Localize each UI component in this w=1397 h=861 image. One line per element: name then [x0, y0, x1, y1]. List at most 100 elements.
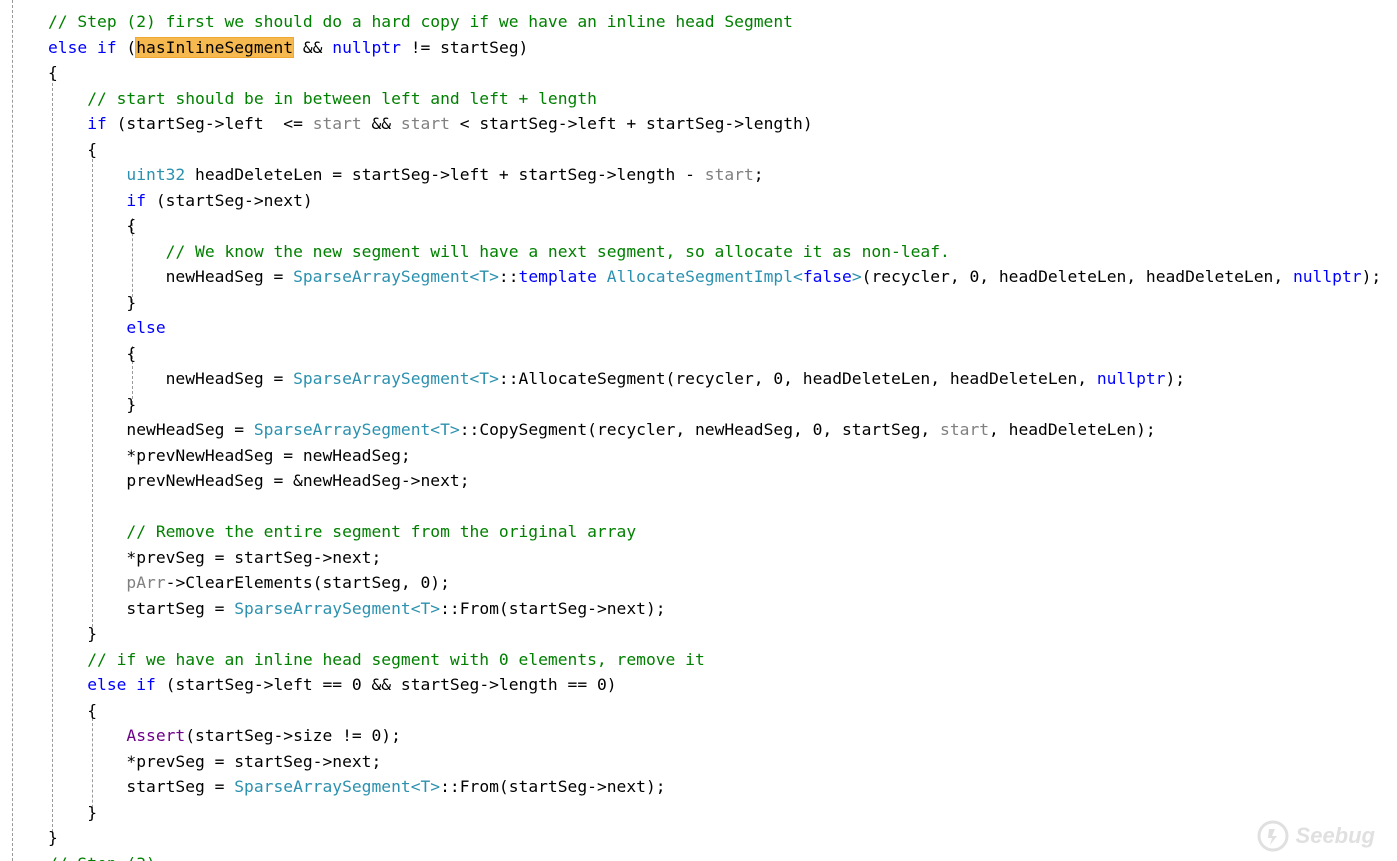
indent-guide — [12, 0, 13, 861]
code-token: Assert — [126, 726, 186, 745]
code-token: // start should be in between left and l… — [87, 88, 597, 108]
code-token: :: — [498, 267, 519, 286]
code-token: startSeg = — [48, 777, 235, 796]
code-token: { — [48, 63, 58, 82]
code-line: prevNewHeadSeg = &newHeadSeg->next; — [48, 468, 470, 493]
code-token: ( — [116, 37, 137, 57]
code-token: (startSeg->left == 0 && startSeg->length… — [155, 675, 617, 694]
code-token: pArr — [126, 573, 166, 592]
code-line: else if (startSeg->left == 0 && startSeg… — [48, 672, 617, 697]
code-line: pArr->ClearElements(startSeg, 0); — [48, 570, 450, 595]
code-token: SparseArraySegment<T> — [234, 777, 441, 796]
code-line: } — [48, 621, 97, 646]
code-token: startSeg = — [48, 598, 235, 618]
code-token: *prevSeg = startSeg->next; — [48, 547, 382, 567]
code-token: (startSeg->size != 0); — [185, 726, 401, 745]
code-line: newHeadSeg = SparseArraySegment<T>::Allo… — [48, 366, 1185, 391]
code-token: ::From(startSeg->next); — [440, 777, 666, 796]
code-line: // Step (3) — [48, 851, 156, 861]
code-token: } — [48, 394, 137, 414]
code-token: false — [802, 267, 852, 286]
code-line: Assert(startSeg->size != 0); — [48, 723, 401, 748]
seebug-logo-icon — [1257, 820, 1289, 852]
code-token: ::From(startSeg->next); — [440, 598, 666, 618]
code-line: } — [48, 800, 97, 825]
code-line: startSeg = SparseArraySegment<T>::From(s… — [48, 774, 666, 799]
code-token: // Step (3) — [48, 854, 156, 861]
code-token: ; — [753, 165, 764, 184]
code-token: else — [126, 318, 166, 337]
code-token: ); — [1165, 369, 1186, 388]
code-line: newHeadSeg = SparseArraySegment<T>::temp… — [48, 264, 1382, 289]
code-line: } — [48, 290, 136, 315]
code-token: SparseArraySegment<T> — [234, 598, 441, 618]
code-token: else if — [48, 37, 117, 57]
code-token: prevNewHeadSeg = &newHeadSeg->next; — [48, 471, 470, 490]
code-line: startSeg = SparseArraySegment<T>::From(s… — [48, 596, 666, 621]
code-token: uint32 — [126, 165, 186, 184]
code-line: { — [48, 341, 136, 366]
code-token: != startSeg) — [400, 37, 529, 57]
code-line: else — [48, 315, 166, 340]
code-line: // start should be in between left and l… — [48, 86, 597, 111]
code-token: // Remove the entire segment from the or… — [126, 522, 637, 541]
code-token: template — [518, 267, 597, 286]
code-line: } — [48, 392, 136, 417]
code-token: (startSeg->next) — [146, 190, 313, 210]
code-line: { — [48, 137, 97, 162]
code-token: newHeadSeg = — [48, 420, 254, 439]
code-token: && — [361, 114, 401, 133]
code-line: } — [48, 825, 58, 850]
code-token: (recycler, 0, headDeleteLen, headDeleteL… — [861, 267, 1293, 286]
code-token: start — [400, 114, 450, 133]
code-token: > — [851, 267, 862, 286]
code-line: { — [48, 698, 97, 723]
code-editor[interactable]: // Step (2) first we should do a hard co… — [0, 0, 1397, 861]
code-line: newHeadSeg = SparseArraySegment<T>::Copy… — [48, 417, 1155, 442]
code-line: { — [48, 60, 58, 85]
code-token: } — [48, 292, 137, 312]
code-token: SparseArraySegment<T> — [293, 267, 499, 286]
code-token: nullptr — [332, 37, 401, 57]
seebug-watermark: Seebug — [1256, 819, 1375, 853]
code-token: ->ClearElements(startSeg, 0); — [165, 573, 450, 592]
code-token: SparseArraySegment<T> — [253, 420, 460, 439]
code-line: // if we have an inline head segment wit… — [48, 647, 705, 672]
code-token: ::CopySegment(recycler, newHeadSeg, 0, s… — [459, 420, 941, 439]
code-token: newHeadSeg = — [48, 267, 294, 286]
code-line: else if (hasInlineSegment && nullptr != … — [48, 35, 528, 60]
code-token: { — [48, 700, 98, 720]
code-token: < startSeg->left + startSeg->length) — [449, 114, 813, 133]
code-token: if — [87, 114, 107, 133]
code-line: *prevSeg = startSeg->next; — [48, 749, 381, 774]
code-token: AllocateSegmentImpl< — [606, 267, 803, 286]
code-token: *prevNewHeadSeg = newHeadSeg; — [48, 445, 411, 465]
code-token: } — [48, 828, 58, 847]
code-token: { — [48, 139, 98, 159]
code-line: { — [48, 213, 136, 238]
code-token: } — [48, 802, 98, 822]
code-token: && — [293, 37, 333, 57]
code-line: // We know the new segment will have a n… — [48, 239, 950, 264]
code-token: // We know the new segment will have a n… — [165, 241, 950, 261]
code-line: if (startSeg->next) — [48, 188, 313, 213]
code-token: { — [48, 343, 137, 363]
code-line: // Remove the entire segment from the or… — [48, 519, 636, 544]
code-line: if (startSeg->left <= start && start < s… — [48, 111, 813, 136]
code-token: if — [126, 190, 147, 210]
code-token: nullptr — [1292, 267, 1362, 286]
code-token: start — [940, 420, 990, 439]
highlighted-token: hasInlineSegment — [135, 36, 295, 58]
code-token: headDeleteLen = startSeg->left + startSe… — [185, 165, 705, 184]
